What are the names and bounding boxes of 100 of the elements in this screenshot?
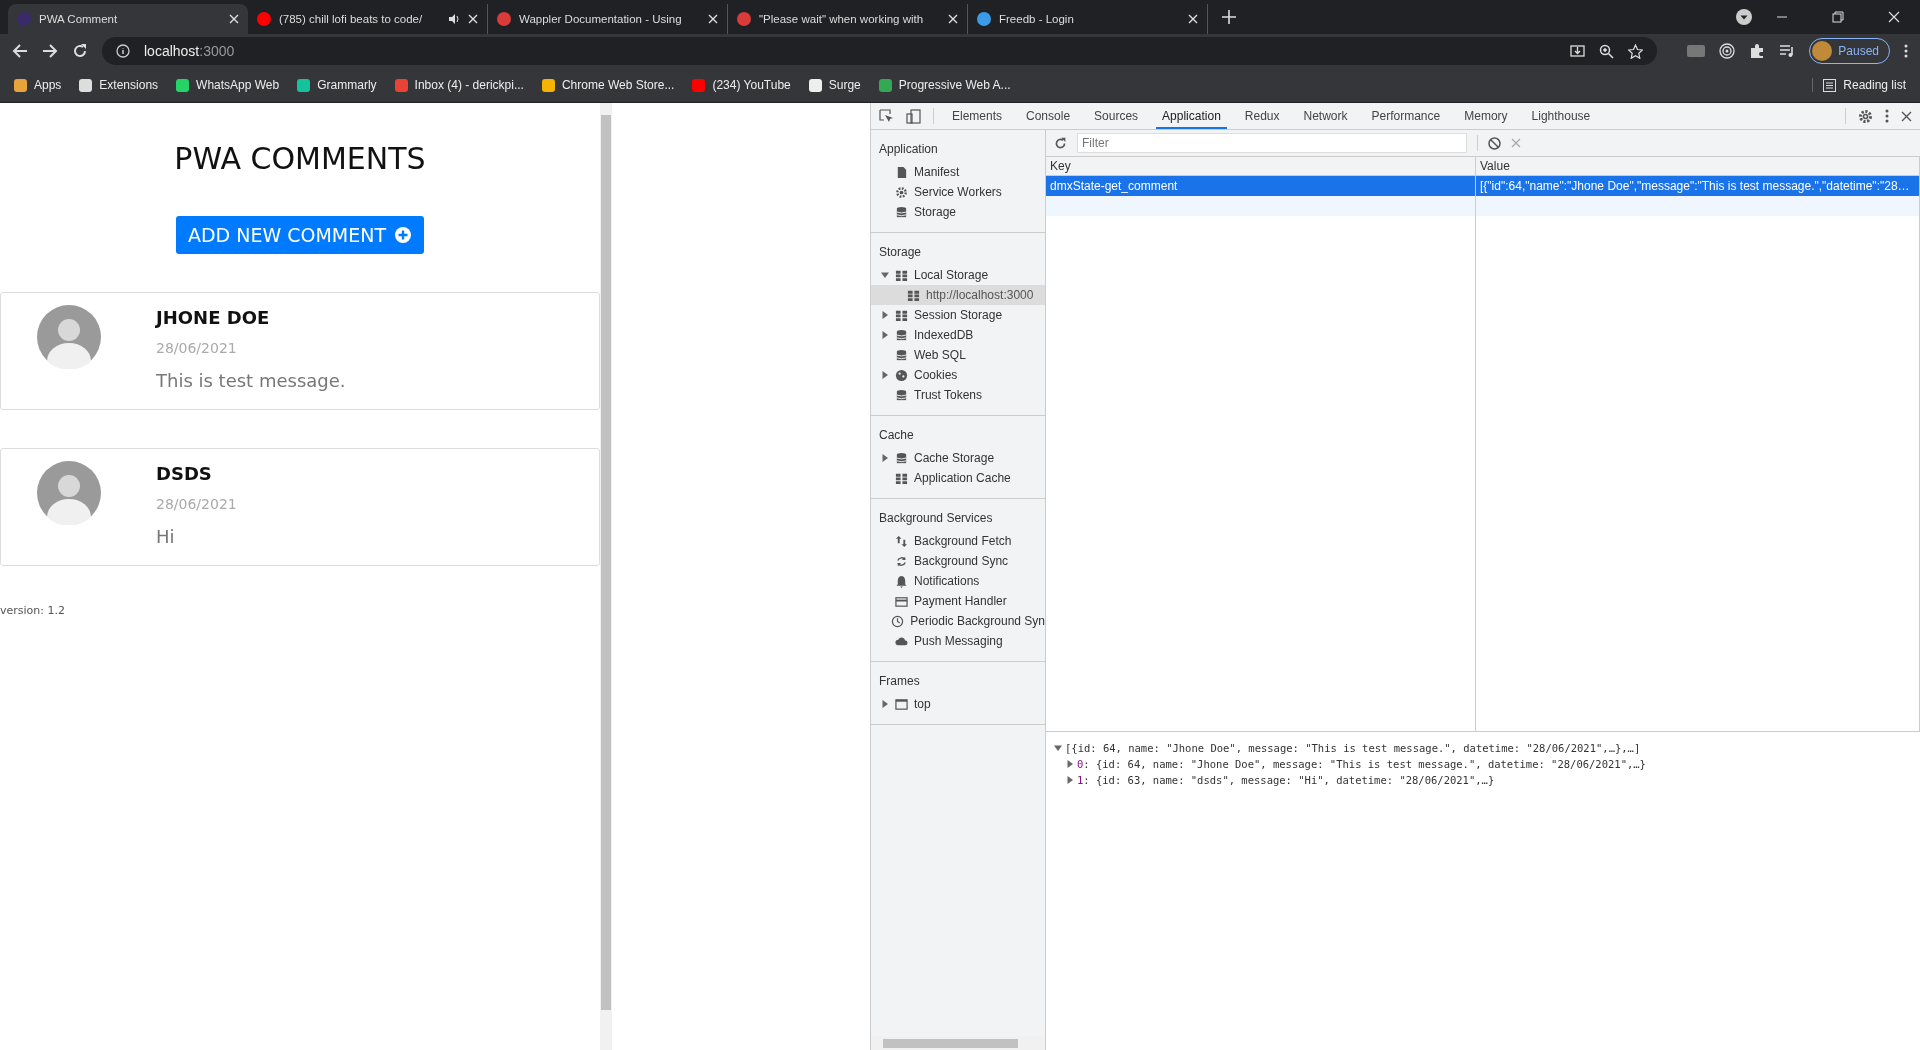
- collapsed-arrow-icon[interactable]: [881, 454, 889, 462]
- collapsed-arrow-icon[interactable]: [1066, 776, 1074, 784]
- new-tab-icon[interactable]: [1222, 10, 1236, 24]
- column-header[interactable]: Key: [1046, 157, 1476, 175]
- comment-message: Hi: [156, 526, 176, 547]
- sidebar-item[interactable]: Session Storage: [871, 305, 1045, 325]
- bookmark[interactable]: Chrome Web Store...: [541, 78, 675, 92]
- bell-icon: [895, 574, 908, 588]
- sidebar-item[interactable]: Local Storage: [871, 265, 1045, 285]
- gear-icon: [895, 185, 908, 199]
- frame-icon: [895, 697, 908, 711]
- more-options-icon[interactable]: [1885, 109, 1889, 123]
- menu-icon[interactable]: [1904, 44, 1908, 58]
- star-icon[interactable]: [1628, 43, 1644, 59]
- devtools-tab[interactable]: Console: [1020, 103, 1077, 129]
- url-text: localhost:3000: [144, 43, 235, 59]
- collapsed-arrow-icon[interactable]: [881, 700, 889, 708]
- devtools-tab[interactable]: Redux: [1238, 103, 1286, 129]
- refresh-icon[interactable]: [1054, 136, 1067, 150]
- grid-icon: [895, 268, 908, 282]
- sidebar-section-heading: Background Services: [878, 510, 994, 527]
- settings-icon[interactable]: [1858, 108, 1873, 124]
- cookie-icon: [895, 368, 908, 382]
- sidebar-item[interactable]: Storage: [871, 202, 1045, 222]
- collapsed-arrow-icon[interactable]: [1066, 760, 1074, 768]
- sidebar-section-heading: Application: [878, 141, 939, 158]
- reload-icon[interactable]: [72, 43, 88, 59]
- sidebar-item[interactable]: Cookies: [871, 365, 1045, 385]
- close-icon[interactable]: [1901, 110, 1912, 122]
- devtools-tab[interactable]: Sources: [1088, 103, 1145, 129]
- filter-field[interactable]: Filter: [1077, 133, 1467, 153]
- bookmark[interactable]: Progressive Web A...: [878, 78, 1011, 92]
- object-property[interactable]: 0: {id: 64, name: "Jhone Doe", message: "This is test message.", datetime: "28/06/2021",…}: [1077, 756, 1646, 772]
- sidebar-item[interactable]: Application Cache: [871, 468, 1045, 488]
- devtools-tab[interactable]: Memory: [1458, 103, 1514, 129]
- sidebar-item[interactable]: Background Fetch: [871, 531, 1045, 551]
- sidebar-item[interactable]: Periodic Background Syn: [871, 611, 1045, 631]
- forward-arrow-icon[interactable]: [42, 43, 58, 59]
- sidebar-item[interactable]: Background Sync: [871, 551, 1045, 571]
- scrollbar[interactable]: [600, 103, 612, 1050]
- browser-tab[interactable]: PWA Comment: [8, 4, 248, 34]
- bookmark[interactable]: Apps: [14, 78, 62, 92]
- bookmark[interactable]: WhatsApp Web: [176, 78, 280, 92]
- devtools-tab[interactable]: Elements: [946, 103, 1009, 129]
- object-preview[interactable]: [{id: 64, name: "Jhone Doe", message: "This is test message.", datetime: "28/06/2021",…},…]: [1065, 740, 1641, 756]
- bookmark[interactable]: Surge: [808, 78, 861, 92]
- tab-search-icon[interactable]: [1736, 9, 1752, 25]
- media-queue-icon[interactable]: [1779, 43, 1796, 59]
- comment-author: JHONE DOE: [156, 307, 271, 328]
- install-icon[interactable]: [1570, 43, 1586, 59]
- database-icon: [895, 328, 908, 342]
- database-icon: [895, 451, 908, 465]
- bookmark[interactable]: (234) YouTube: [692, 78, 791, 92]
- devtools-tab[interactable]: Performance: [1365, 103, 1447, 129]
- address-bar[interactable]: localhost:3000: [102, 37, 1658, 65]
- device-toolbar-icon[interactable]: [906, 108, 921, 124]
- sidebar-item[interactable]: Cache Storage: [871, 448, 1045, 468]
- sidebar-item[interactable]: Trust Tokens: [871, 385, 1045, 405]
- clear-all-icon[interactable]: [1488, 136, 1501, 150]
- sidebar-item[interactable]: top: [871, 694, 1045, 714]
- collapsed-arrow-icon[interactable]: [881, 331, 889, 339]
- sidebar-item[interactable]: IndexedDB: [871, 325, 1045, 345]
- speaker-icon[interactable]: [448, 13, 460, 25]
- avatar-silhouette-icon: [37, 461, 101, 525]
- sidebar-item[interactable]: Manifest: [871, 162, 1045, 182]
- avatar-silhouette-icon: [37, 305, 101, 369]
- expanded-arrow-icon[interactable]: [1054, 744, 1062, 752]
- sync-icon: [895, 554, 908, 568]
- bookmark[interactable]: Inbox (4) - derickpi...: [394, 78, 524, 92]
- inspect-icon[interactable]: [879, 108, 894, 124]
- avatar-icon: [1812, 41, 1833, 61]
- extension-icon[interactable]: [1687, 44, 1706, 58]
- column-header[interactable]: Value: [1476, 157, 1920, 175]
- restore-icon[interactable]: [1832, 11, 1844, 23]
- sidebar-item[interactable]: Service Workers: [871, 182, 1045, 202]
- object-property[interactable]: 1: {id: 63, name: "dsds", message: "Hi", datetime: "28/06/2021",…}: [1077, 772, 1495, 788]
- comment-author: DSDS: [156, 463, 213, 484]
- collapsed-arrow-icon[interactable]: [881, 371, 889, 379]
- back-arrow-icon[interactable]: [12, 43, 28, 59]
- sidebar-item[interactable]: Web SQL: [871, 345, 1045, 365]
- card-icon: [895, 594, 908, 608]
- target-icon[interactable]: [1719, 43, 1736, 59]
- sidebar-item[interactable]: Notifications: [871, 571, 1045, 591]
- puzzle-icon[interactable]: [1749, 43, 1766, 59]
- sidebar-item[interactable]: Push Messaging: [871, 631, 1045, 651]
- bookmark[interactable]: Extensions: [79, 78, 159, 92]
- reading-list-button[interactable]: Reading list: [1812, 78, 1906, 92]
- expanded-arrow-icon[interactable]: [881, 271, 889, 279]
- grid-icon: [895, 471, 908, 485]
- plus-circle-icon: [394, 226, 413, 244]
- bookmark[interactable]: Grammarly: [297, 78, 377, 92]
- sidebar-section-heading: Frames: [878, 673, 921, 690]
- comment-date: 28/06/2021: [156, 496, 237, 512]
- devtools-tab[interactable]: Network: [1297, 103, 1354, 129]
- sidebar-item[interactable]: http://localhost:3000: [871, 285, 1045, 305]
- add-comment-button[interactable]: ADD NEW COMMENT: [175, 216, 425, 254]
- devtools-tab[interactable]: Lighthouse: [1525, 103, 1597, 129]
- collapsed-arrow-icon[interactable]: [881, 311, 889, 319]
- zoom-icon[interactable]: [1599, 43, 1615, 59]
- sidebar-item[interactable]: Payment Handler: [871, 591, 1045, 611]
